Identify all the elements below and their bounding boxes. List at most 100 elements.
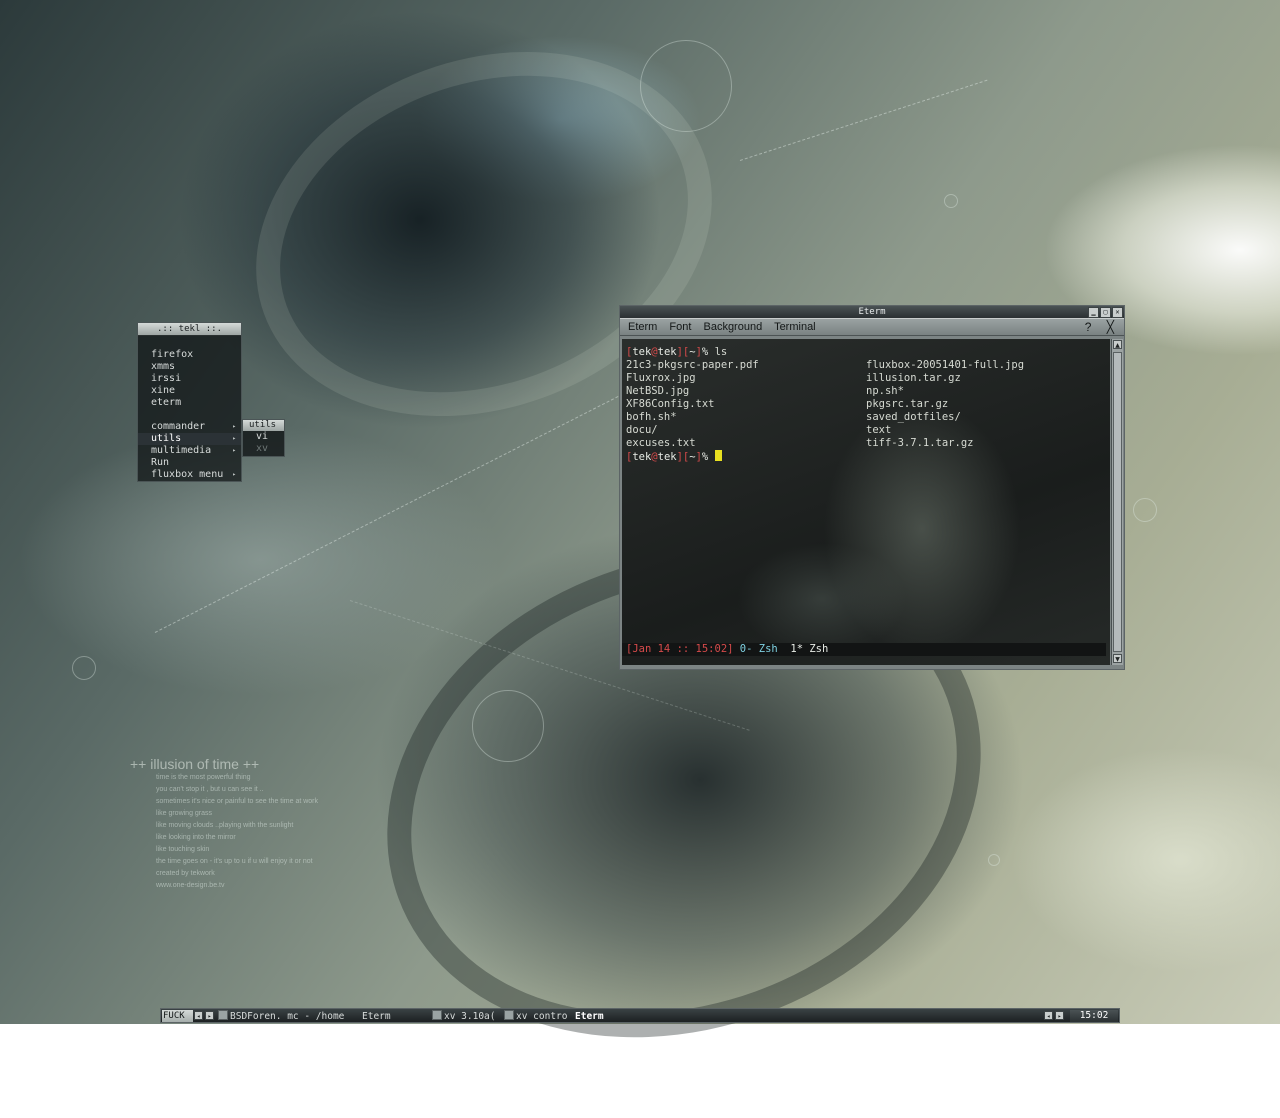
menu-item-xine[interactable]: xine	[138, 385, 241, 397]
prompt-bracket: ][	[676, 346, 690, 358]
maximize-icon[interactable]: ▢	[1100, 307, 1111, 318]
wallpaper-caption-line: sometimes it's nice or painful to see th…	[156, 798, 319, 805]
close-icon[interactable]: ✕	[1112, 307, 1123, 318]
task-label: BSDForen. mc - /home	[230, 1011, 345, 1022]
listing-row: docu/text	[626, 424, 1106, 437]
app-icon	[432, 1010, 442, 1020]
terminal-prompt-line: [tek@tek][~]% ls	[626, 346, 1106, 359]
wallpaper-dashed-line	[739, 79, 988, 161]
menu-eterm[interactable]: Eterm	[628, 321, 657, 333]
submenu-arrow-icon: ▸	[232, 471, 236, 478]
utils-submenu: utils vi xv	[242, 419, 285, 457]
menu-item-run[interactable]: Run	[138, 457, 241, 469]
menu-item-irssi[interactable]: irssi	[138, 373, 241, 385]
menu-item-label: utils	[151, 433, 182, 444]
utils-submenu-title[interactable]: utils	[243, 420, 284, 431]
task-label: xv 3.10a(	[444, 1011, 496, 1022]
listing-row: Fluxrox.jpg illusion.tar.gz	[626, 372, 1106, 385]
root-menu: .:: tekl ::. firefox xmms irssi xine ete…	[137, 322, 242, 482]
scrollbar-thumb[interactable]	[1113, 352, 1122, 652]
task-label: Eterm	[575, 1011, 604, 1022]
workspace-next-icon[interactable]: ▸	[205, 1011, 214, 1020]
minimize-icon[interactable]: ▁	[1088, 307, 1099, 318]
submenu-item-multimedia[interactable]: multimedia ▸	[138, 445, 241, 457]
menu-item-xv[interactable]: xv	[243, 443, 284, 455]
scroll-up-icon[interactable]: ▲	[1113, 340, 1122, 349]
task-xv-controls[interactable]: xv contro	[504, 1009, 576, 1024]
file-entry: 21c3-pkgsrc-paper.pdf	[626, 359, 759, 371]
menu-item-label: firefox	[151, 349, 194, 360]
menu-item-label: fluxbox menu	[151, 469, 224, 480]
window-prev-icon[interactable]: ◂	[1044, 1011, 1053, 1020]
prompt-sign: %	[701, 451, 715, 463]
wallpaper-ring	[72, 656, 96, 680]
file-entry: docu/	[626, 424, 658, 436]
submenu-arrow-icon: ▸	[232, 435, 236, 442]
file-entry: bofh.sh*	[626, 411, 677, 423]
eterm-titlebar[interactable]: Eterm ▁ ▢ ✕	[620, 306, 1124, 318]
menu-item-vi[interactable]: vi	[243, 431, 284, 443]
menu-item-label: vi	[256, 431, 269, 442]
file-entry: np.sh*	[866, 385, 904, 397]
prompt-user: tek	[632, 346, 652, 358]
listing-row: NetBSD.jpg np.sh*	[626, 385, 1106, 398]
window-next-icon[interactable]: ▸	[1055, 1011, 1064, 1020]
menu-item-eterm[interactable]: eterm	[138, 397, 241, 409]
menu-item-label: xv	[256, 443, 269, 454]
wallpaper-caption-line: the time goes on - it's up to u if u wil…	[156, 858, 313, 865]
menu-item-firefox[interactable]: firefox	[138, 349, 241, 361]
menu-font[interactable]: Font	[669, 321, 691, 333]
menu-terminal[interactable]: Terminal	[774, 321, 816, 333]
terminal-scrollbar[interactable]: ▲ ▼	[1111, 339, 1123, 665]
terminal-area[interactable]: [tek@tek][~]% ls 21c3-pkgsrc-paper.pdf fl…	[622, 339, 1110, 665]
status-window-1[interactable]: 1* Zsh	[778, 643, 828, 655]
submenu-item-utils[interactable]: utils ▸	[138, 433, 241, 445]
submenu-arrow-icon: ▸	[232, 447, 236, 454]
workspace-prev-icon[interactable]: ◂	[194, 1011, 203, 1020]
prompt-bracket: ][	[676, 451, 690, 463]
task-bsdforen-mc[interactable]: BSDForen. mc - /home	[218, 1009, 360, 1024]
help-icon[interactable]: ?	[1085, 320, 1092, 334]
status-window-0[interactable]: 0- Zsh	[733, 643, 778, 655]
file-entry: tiff-3.7.1.tar.gz	[866, 437, 974, 449]
menu-background[interactable]: Background	[703, 321, 762, 333]
app-icon	[218, 1010, 228, 1020]
fluxbox-toolbar: FUCK ◂ ▸ BSDForen. mc - /home Eterm xv 3…	[160, 1008, 1120, 1023]
task-eterm-active[interactable]: Eterm	[575, 1009, 645, 1024]
wallpaper-caption: ++ illusion of time ++ time is the most …	[130, 756, 370, 892]
menu-item-label: Run	[151, 457, 170, 468]
wallpaper-caption-line: created by tekwork	[156, 870, 215, 877]
task-xv[interactable]: xv 3.10a(	[432, 1009, 502, 1024]
workspace-name[interactable]: FUCK	[162, 1010, 193, 1022]
wallpaper-caption-title: ++ illusion of time ++	[130, 756, 260, 772]
wallpaper-caption-line: like looking into the mirror	[156, 834, 236, 841]
file-entry: pkgsrc.tar.gz	[866, 398, 949, 410]
wallpaper-ring	[1133, 498, 1157, 522]
root-menu-title[interactable]: .:: tekl ::.	[138, 323, 241, 336]
submenu-arrow-icon: ▸	[232, 423, 236, 430]
screen-status-line: [Jan 14 :: 15:02] 0- Zsh 1* Zsh	[622, 643, 1106, 656]
task-label: Eterm	[362, 1011, 391, 1022]
menubar-close-icon[interactable]: ╳	[1107, 320, 1114, 334]
wallpaper-caption-line: you can't stop it , but u can see it ..	[156, 786, 264, 793]
listing-row: bofh.sh* saved_dotfiles/	[626, 411, 1106, 424]
file-entry: illusion.tar.gz	[866, 372, 961, 384]
menu-item-xmms[interactable]: xmms	[138, 361, 241, 373]
menu-item-label: irssi	[151, 373, 182, 384]
menu-item-label: eterm	[151, 397, 182, 408]
menu-item-label: multimedia	[151, 445, 212, 456]
toolbar-clock: 15:02	[1070, 1010, 1118, 1022]
scroll-down-icon[interactable]: ▼	[1113, 654, 1122, 663]
wallpaper-caption-line: time is the most powerful thing	[156, 774, 251, 781]
submenu-item-fluxbox-menu[interactable]: fluxbox menu ▸	[138, 469, 241, 481]
file-entry: XF86Config.txt	[626, 398, 715, 410]
submenu-item-commander[interactable]: commander ▸	[138, 421, 241, 433]
task-eterm[interactable]: Eterm	[362, 1009, 430, 1024]
wallpaper-caption-line: like touching skin	[156, 846, 210, 853]
eterm-window: Eterm ▁ ▢ ✕ Eterm Font Background Termin…	[619, 305, 1125, 670]
file-entry: saved_dotfiles/	[866, 411, 961, 423]
menu-item-label: xine	[151, 385, 176, 396]
eterm-menubar: Eterm Font Background Terminal ? ╳	[620, 318, 1124, 336]
menu-item-label: xmms	[151, 361, 176, 372]
wallpaper-ring	[944, 194, 958, 208]
